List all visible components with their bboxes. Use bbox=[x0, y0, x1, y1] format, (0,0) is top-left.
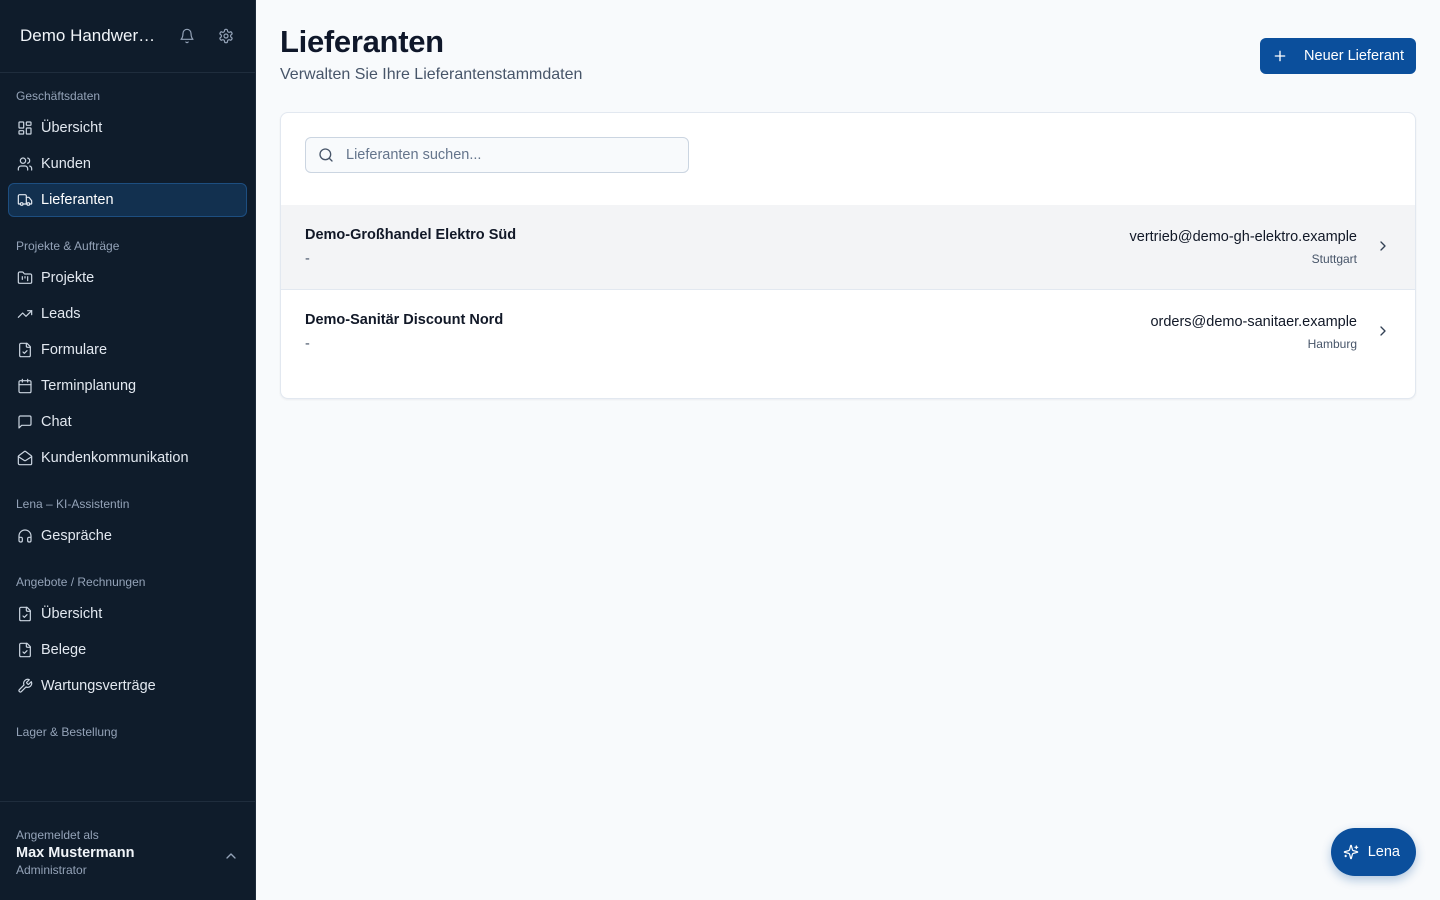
supplier-city: Stuttgart bbox=[1311, 252, 1357, 266]
supplier-name: Demo-Sanitär Discount Nord bbox=[305, 312, 504, 328]
folder-icon bbox=[17, 270, 33, 286]
sidebar-item-label: Gespräche bbox=[41, 528, 112, 544]
supplier-contact: - bbox=[305, 251, 310, 267]
sidebar-item-projekte[interactable]: Projekte bbox=[8, 261, 247, 295]
dashboard-icon bbox=[17, 120, 33, 136]
section-label-projekte: Projekte & Aufträge bbox=[16, 239, 120, 253]
logged-in-label: Angemeldet als bbox=[16, 828, 99, 842]
sidebar-item-formulare[interactable]: Formulare bbox=[8, 333, 247, 367]
sidebar-item-gespraeche[interactable]: Gespräche bbox=[8, 519, 247, 553]
sidebar-item-label: Belege bbox=[41, 642, 87, 658]
search-input[interactable] bbox=[346, 147, 666, 163]
sparkles-icon bbox=[1343, 844, 1359, 860]
supplier-row[interactable]: Demo-Sanitär Discount Nord - orders@demo… bbox=[281, 290, 1415, 375]
chevron-right-icon bbox=[1375, 238, 1391, 254]
company-name[interactable]: Demo Handwerksbetrieb bbox=[20, 26, 156, 46]
supplier-row[interactable]: Demo-Großhandel Elektro Süd - vertrieb@d… bbox=[281, 205, 1415, 290]
page-subtitle: Verwalten Sie Ihre Lieferantenstammdaten bbox=[280, 66, 583, 83]
sidebar-item-label: Leads bbox=[41, 306, 81, 322]
new-supplier-label: Neuer Lieferant bbox=[1304, 48, 1404, 64]
chevron-right-icon bbox=[1375, 323, 1391, 339]
sidebar-item-belege[interactable]: Belege bbox=[8, 633, 247, 667]
sidebar-item-kundenkommunikation[interactable]: Kundenkommunikation bbox=[8, 441, 247, 475]
sidebar-item-label: Kundenkommunikation bbox=[41, 450, 189, 466]
sidebar-item-label: Formulare bbox=[41, 342, 108, 358]
sidebar-item-chat[interactable]: Chat bbox=[8, 405, 247, 439]
receipt-icon bbox=[17, 642, 33, 658]
section-label-lena: Lena – KI-Assistentin bbox=[16, 497, 130, 511]
chevron-up-icon[interactable] bbox=[223, 848, 239, 864]
file-check-icon bbox=[17, 606, 33, 622]
supplier-contact: - bbox=[305, 336, 310, 352]
section-label-geschaeftsdaten: Geschäftsdaten bbox=[16, 89, 101, 103]
lena-assistant-button[interactable]: Lena bbox=[1330, 828, 1416, 876]
section-label-lager: Lager & Bestellung bbox=[16, 725, 118, 739]
supplier-city: Hamburg bbox=[1307, 337, 1357, 351]
sidebar-item-leads[interactable]: Leads bbox=[8, 297, 247, 331]
plus-icon bbox=[1272, 48, 1288, 64]
new-supplier-button[interactable]: Neuer Lieferant bbox=[1260, 38, 1416, 74]
supplier-email: orders@demo-sanitaer.example bbox=[1150, 314, 1357, 330]
user-menu[interactable]: Angemeldet als Max Mustermann Administra… bbox=[0, 801, 255, 900]
search-icon bbox=[318, 147, 334, 163]
sidebar-item-terminplanung[interactable]: Terminplanung bbox=[8, 369, 247, 403]
users-icon bbox=[17, 156, 33, 172]
bell-icon[interactable] bbox=[178, 27, 195, 45]
user-name: Max Mustermann bbox=[16, 845, 135, 861]
calendar-icon bbox=[17, 378, 33, 394]
sidebar-item-label: Kunden bbox=[41, 156, 91, 172]
supplier-list: Demo-Großhandel Elektro Süd - vertrieb@d… bbox=[281, 205, 1415, 375]
supplier-name: Demo-Großhandel Elektro Süd bbox=[305, 227, 517, 243]
sidebar-item-uebersicht[interactable]: Übersicht bbox=[8, 111, 247, 145]
chat-icon bbox=[17, 414, 33, 430]
gear-icon[interactable] bbox=[218, 27, 235, 45]
page-title: Lieferanten bbox=[280, 24, 444, 59]
sidebar-item-label: Projekte bbox=[41, 270, 95, 286]
truck-icon bbox=[17, 192, 33, 208]
sidebar-header: Demo Handwerksbetrieb bbox=[0, 0, 255, 73]
sidebar-item-wartungsvertraege[interactable]: Wartungsverträge bbox=[8, 669, 247, 703]
wrench-icon bbox=[17, 678, 33, 694]
sidebar: Demo Handwerksbetrieb Geschäftsdaten Übe… bbox=[0, 0, 256, 900]
supplier-list-card: Demo-Großhandel Elektro Süd - vertrieb@d… bbox=[280, 112, 1416, 399]
user-role: Administrator bbox=[16, 863, 87, 877]
trending-up-icon bbox=[17, 306, 33, 322]
section-label-angebote: Angebote / Rechnungen bbox=[16, 575, 146, 589]
sidebar-item-label: Übersicht bbox=[41, 606, 103, 622]
sidebar-item-angebote-uebersicht[interactable]: Übersicht bbox=[8, 597, 247, 631]
sidebar-item-label: Terminplanung bbox=[41, 378, 137, 394]
sidebar-item-label: Lieferanten bbox=[41, 192, 114, 208]
headphones-icon bbox=[17, 528, 33, 544]
sidebar-item-label: Wartungsverträge bbox=[41, 678, 156, 694]
lena-label: Lena bbox=[1367, 844, 1400, 860]
sidebar-item-kunden[interactable]: Kunden bbox=[8, 147, 247, 181]
main-content: Lieferanten Verwalten Sie Ihre Lieferant… bbox=[256, 0, 1440, 900]
sidebar-item-label: Chat bbox=[41, 414, 72, 430]
sidebar-nav: Geschäftsdaten Übersicht Kunden Lieferan… bbox=[0, 73, 255, 801]
sidebar-item-lieferanten[interactable]: Lieferanten bbox=[8, 183, 247, 217]
mail-open-icon bbox=[17, 450, 33, 466]
sidebar-item-label: Übersicht bbox=[41, 120, 103, 136]
search-box[interactable] bbox=[305, 137, 689, 173]
form-icon bbox=[17, 342, 33, 358]
supplier-email: vertrieb@demo-gh-elektro.example bbox=[1129, 229, 1357, 245]
